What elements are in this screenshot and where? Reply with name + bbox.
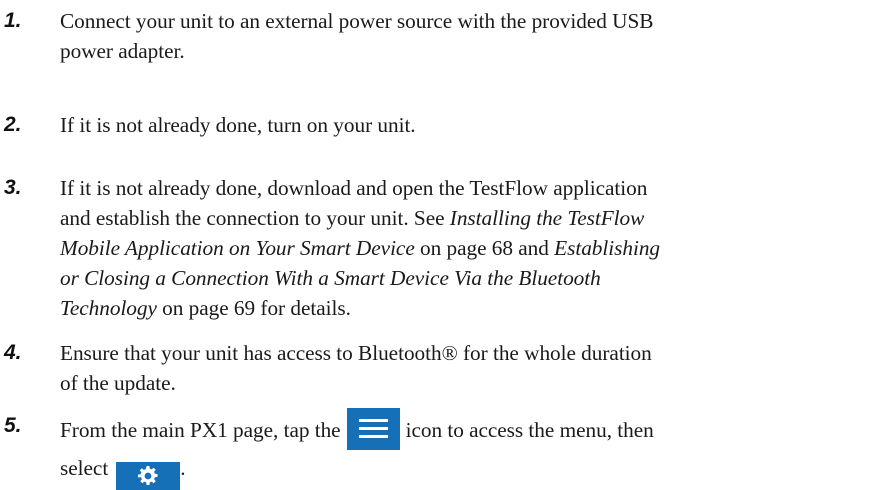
step-text-line: Connect your unit to an external power s… bbox=[60, 9, 654, 33]
step-number: 5. bbox=[4, 414, 22, 437]
gear-icon[interactable] bbox=[116, 462, 181, 490]
step-number: 1. bbox=[4, 9, 22, 32]
cross-reference-title[interactable]: Establishing bbox=[554, 236, 660, 260]
cross-reference-title[interactable]: Technology bbox=[60, 296, 157, 320]
step-text-line: Mobile Application on Your Smart Device … bbox=[60, 233, 892, 263]
step-text-line: If it is not already done, turn on your … bbox=[60, 113, 416, 137]
cross-reference-title[interactable]: Installing the TestFlow bbox=[450, 206, 645, 230]
step-text-line: and establish the connection to your uni… bbox=[60, 203, 892, 233]
step-text: If it is not already done, turn on your … bbox=[60, 110, 892, 140]
step-number: 2. bbox=[4, 113, 22, 136]
step-text-line: Technology on page 69 for details. bbox=[60, 293, 892, 323]
cross-reference-title[interactable]: Mobile Application on Your Smart Device bbox=[60, 236, 415, 260]
step-text-line: If it is not already done, download and … bbox=[60, 176, 648, 200]
step-number: 3. bbox=[4, 176, 22, 199]
cross-reference-title[interactable]: or Closing a Connection With a Smart Dev… bbox=[60, 266, 601, 290]
step-text-segment: From the main PX1 page, tap the bbox=[60, 417, 341, 442]
step-text-line: of the update. bbox=[60, 371, 176, 395]
step-text: From the main PX1 page, tap the icon to a… bbox=[60, 408, 892, 490]
step-text-line: or Closing a Connection With a Smart Dev… bbox=[60, 263, 892, 293]
step-text: Connect your unit to an external power s… bbox=[60, 6, 892, 66]
step-text-segment: icon to access the menu, then bbox=[405, 417, 654, 442]
instruction-page: 1. Connect your unit to an external powe… bbox=[0, 0, 894, 490]
step-text-segment: . bbox=[180, 456, 186, 480]
step-text-segment: and establish the connection to your uni… bbox=[60, 206, 450, 230]
step-text-segment: select bbox=[60, 456, 109, 480]
step-text: Ensure that your unit has access to Blue… bbox=[60, 338, 892, 398]
step-text-line: Ensure that your unit has access to Blue… bbox=[60, 341, 652, 365]
step-number: 4. bbox=[4, 341, 22, 364]
step-text-segment: on page 68 and bbox=[414, 236, 555, 260]
step-text-line: select. bbox=[60, 453, 892, 490]
step-text: If it is not already done, download and … bbox=[60, 173, 892, 323]
step-text-segment: on page 69 for details. bbox=[156, 296, 351, 320]
step-text-line: power adapter. bbox=[60, 39, 185, 63]
step-text-line: From the main PX1 page, tap the icon to a… bbox=[60, 408, 892, 453]
hamburger-menu-icon[interactable] bbox=[346, 408, 400, 450]
